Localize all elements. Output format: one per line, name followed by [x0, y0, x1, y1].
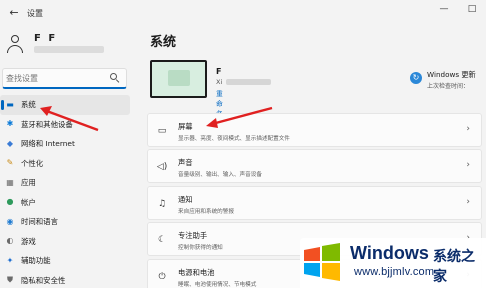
search-box[interactable]: [2, 68, 127, 89]
speaker-icon: ◁): [156, 162, 168, 173]
sidebar-item-label: 个性化: [21, 158, 44, 168]
sidebar-item-label: 游戏: [21, 236, 36, 246]
sidebar-item-label: 辅助功能: [21, 256, 51, 266]
page-title: 系统: [150, 35, 177, 50]
apps-icon: ▦: [6, 177, 14, 187]
card-title: 通知: [178, 194, 193, 204]
device-model-redacted: [226, 79, 271, 85]
watermark-brand: Windows: [350, 243, 429, 263]
brush-icon: ✎: [6, 158, 14, 168]
sidebar-item-label: 系统: [21, 100, 36, 110]
sidebar-item-label: 隐私和安全性: [21, 275, 66, 285]
sidebar-item-label: 蓝牙和其他设备: [21, 119, 73, 129]
windows-update-subtitle: 上次检查时间：: [427, 83, 470, 90]
watermark-url: www.bjjmlv.com: [354, 266, 435, 278]
card-title: 电源和电池: [178, 267, 215, 277]
sidebar-item-time-language[interactable]: ◉ 时间和语言: [0, 212, 130, 232]
wifi-icon: ◆: [6, 138, 14, 148]
chevron-right-icon: ›: [466, 124, 470, 134]
avatar-icon: [6, 34, 24, 54]
card-title: 专注助手: [178, 231, 208, 241]
desktop-thumbnail: [150, 60, 207, 98]
card-notifications[interactable]: ♫ 通知 来自应用和系统的警报 ›: [147, 185, 482, 220]
app-title: 设置: [27, 9, 43, 18]
sidebar-item-label: 时间和语言: [21, 217, 58, 227]
power-icon: ⏻: [158, 271, 166, 282]
chevron-right-icon: ›: [466, 160, 470, 171]
sidebar-item-label: 网络和 Internet: [21, 139, 75, 149]
sidebar-item-label: 帐户: [21, 197, 36, 207]
monitor-icon: ▬: [6, 99, 14, 109]
maximize-button[interactable]: □: [458, 0, 486, 20]
windows-logo-icon: [304, 243, 340, 281]
display-icon: ▭: [157, 126, 167, 136]
user-profile[interactable]: F F: [4, 33, 124, 60]
minimize-button[interactable]: —: [430, 0, 458, 20]
user-email-redacted: [34, 46, 104, 53]
globe-clock-icon: ◉: [6, 216, 14, 226]
card-sound[interactable]: ◁) 声音 音量级别、输出、输入、声音设备 ›: [147, 149, 482, 184]
device-model: Xi: [216, 78, 223, 86]
title-bar: ← 设置 — □: [0, 0, 486, 28]
bluetooth-icon: ✱: [6, 119, 14, 129]
watermark: Windows 系统之家 www.bjjmlv.com: [300, 238, 486, 288]
moon-icon: ☾: [157, 235, 167, 246]
sidebar-item-accounts[interactable]: ● 帐户: [0, 193, 130, 213]
sidebar-item-network[interactable]: ◆ 网络和 Internet: [0, 134, 130, 154]
windows-update-title: Windows 更新: [427, 70, 476, 79]
sidebar-item-apps[interactable]: ▦ 应用: [0, 173, 130, 193]
sidebar-item-label: 应用: [21, 178, 36, 188]
accessibility-icon: ✦: [6, 255, 14, 265]
search-icon[interactable]: [110, 73, 120, 84]
refresh-icon: ↻: [410, 72, 422, 84]
watermark-tagline: 系统之家: [433, 248, 475, 284]
card-description: 睡眠、电池使用情况、节电模式: [178, 281, 257, 288]
back-arrow-icon[interactable]: ←: [7, 6, 21, 20]
sidebar-item-privacy[interactable]: ⛊ 隐私和安全性: [0, 271, 130, 288]
card-description: 音量级别、输出、输入、声音设备: [178, 172, 262, 179]
sidebar-item-system[interactable]: ▬ 系统: [0, 95, 130, 115]
search-input[interactable]: [6, 72, 106, 85]
sidebar-item-accessibility[interactable]: ✦ 辅助功能: [0, 251, 130, 271]
sidebar-nav: ▬ 系统 ✱ 蓝牙和其他设备 ◆ 网络和 Internet ✎ 个性化 ▦ 应用…: [0, 95, 130, 288]
card-description: 显示器、亮度、夜间模式、显示描述配置文件: [178, 136, 290, 142]
gamepad-icon: ◐: [6, 236, 14, 246]
bell-icon: ♫: [157, 198, 167, 209]
shield-icon: ⛊: [7, 275, 13, 285]
sidebar-item-personalization[interactable]: ✎ 个性化: [0, 154, 130, 174]
window-controls: — □: [430, 0, 486, 20]
card-description: 来自应用和系统的警报: [178, 208, 234, 215]
account-icon: ●: [6, 197, 14, 207]
user-name: F F: [34, 33, 58, 44]
device-name: F: [216, 67, 222, 76]
card-display[interactable]: ▭ 屏幕 显示器、亮度、夜间模式、显示描述配置文件 ›: [147, 113, 482, 147]
sidebar-item-bluetooth[interactable]: ✱ 蓝牙和其他设备: [0, 115, 130, 135]
chevron-right-icon: ›: [466, 196, 470, 207]
sidebar-item-gaming[interactable]: ◐ 游戏: [0, 232, 130, 252]
card-title: 声音: [178, 158, 193, 168]
card-title: 屏幕: [178, 122, 193, 131]
card-description: 控制你获得的通知: [178, 245, 223, 252]
